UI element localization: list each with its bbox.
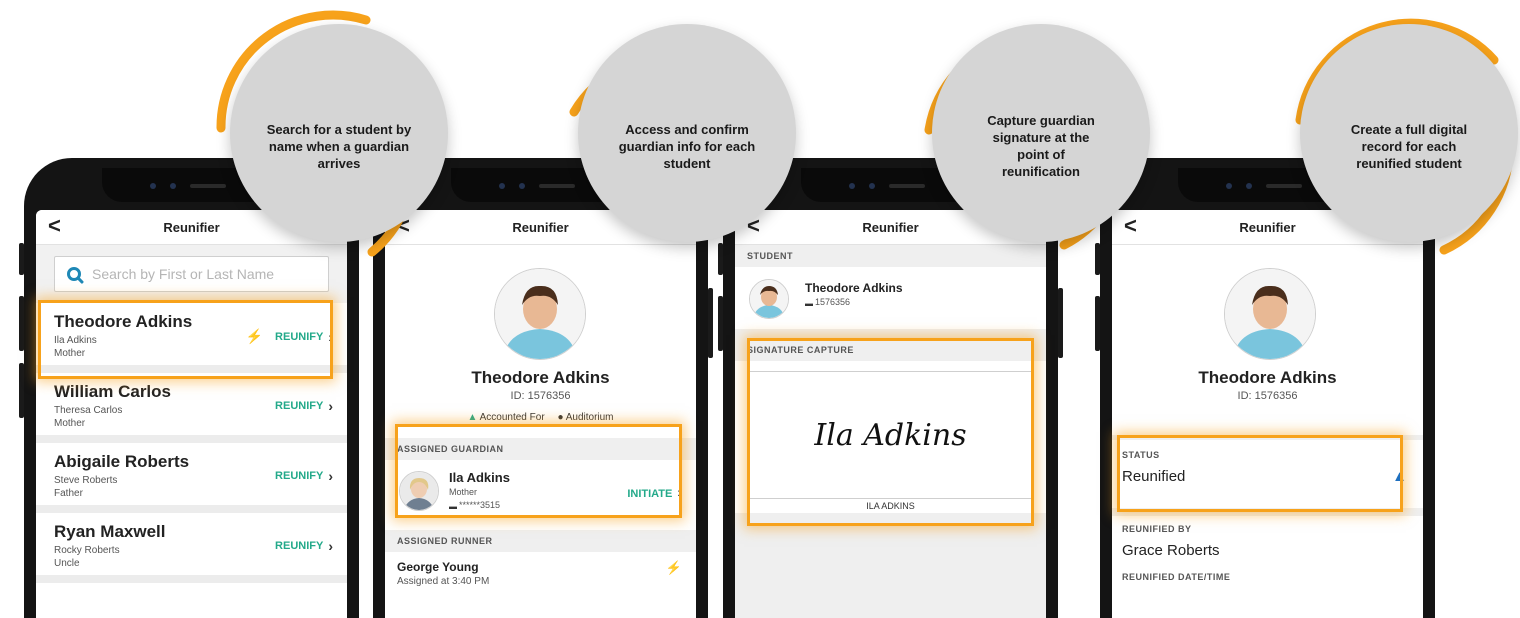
location-pin-icon: ● (557, 412, 564, 423)
phone-button (708, 288, 713, 358)
reunify-label: REUNIFY (275, 540, 324, 552)
signer-name: ILA ADKINS (866, 501, 915, 511)
student-name: Ryan Maxwell (54, 522, 166, 541)
student-name: Theodore Adkins (1198, 368, 1337, 387)
callout-search: Search for a student by name when a guar… (230, 24, 448, 242)
status-header: STATUS (1122, 450, 1160, 460)
reunified-by-value: Grace Roberts (1122, 542, 1220, 559)
reunify-button[interactable]: REUNIFY › (275, 538, 333, 554)
screen: < Reunifier STUDENT Theodore Adkins ▬ 15… (735, 210, 1046, 618)
reunify-button[interactable]: ⚡ REUNIFY › (246, 328, 333, 345)
phone-button (718, 243, 723, 275)
phone-button (1058, 288, 1063, 358)
screen: < Reunifier Theodore Adkins ID: 1576356 … (385, 210, 696, 618)
student-avatar (749, 279, 789, 319)
section-header: ASSIGNED RUNNER (385, 530, 696, 552)
search-box[interactable] (54, 256, 329, 292)
search-icon (67, 267, 81, 281)
guardian-name: Rocky Roberts (54, 545, 120, 556)
phone-button (19, 363, 24, 418)
reunified-icon: ▲ (1392, 468, 1407, 485)
student-name: William Carlos (54, 382, 171, 401)
signature-pad[interactable]: Ila Adkins (749, 371, 1032, 499)
guardian-name: Ila Adkins (54, 335, 97, 346)
student-id: ID: 1576356 (510, 390, 571, 402)
list-item[interactable]: Abigaile Roberts Steve Roberts Father RE… (36, 443, 347, 513)
phone-button (718, 296, 723, 351)
reunified-by-header: REUNIFIED BY (1122, 524, 1192, 534)
guardian-name: Steve Roberts (54, 475, 118, 486)
guardian-card: ******3515 (459, 500, 501, 510)
callout-guardian: Access and confirm guardian info for eac… (578, 24, 796, 242)
list-item[interactable]: Ryan Maxwell Rocky Roberts Uncle REUNIFY… (36, 513, 347, 583)
id-card-icon: ▬ (449, 502, 457, 511)
chevron-right-icon: › (328, 538, 333, 554)
search-input[interactable] (90, 265, 314, 283)
runner-name: George Young (397, 560, 479, 574)
relation: Uncle (54, 558, 80, 569)
runner-time: Assigned at 3:40 PM (397, 576, 490, 587)
status-value: Reunified (1122, 468, 1186, 485)
reunify-label: REUNIFY (275, 400, 324, 412)
guardian-name: Ila Adkins (449, 470, 510, 485)
student-id: 1576356 (815, 297, 851, 307)
screen: < Reunifier Theodore Adkins Ila Adkins M… (36, 210, 347, 618)
chevron-right-icon: › (328, 398, 333, 414)
callout-text: Access and confirm guardian info for eac… (618, 121, 756, 171)
student-name: Theodore Adkins (805, 281, 903, 295)
chevron-right-icon: › (328, 468, 333, 484)
student-name: Theodore Adkins (471, 368, 610, 387)
section-header: SIGNATURE CAPTURE (735, 339, 1046, 361)
phone-button (19, 243, 24, 275)
search-bar (36, 245, 347, 303)
list-item[interactable]: Theodore Adkins Ila Adkins Mother ⚡ REUNI… (36, 303, 347, 373)
chevron-right-icon: › (677, 484, 682, 500)
accounted-icon: ▲ (467, 412, 478, 423)
student-row: Theodore Adkins ▬ 1576356 (735, 267, 1046, 329)
runner-icon: ⚡ (245, 328, 264, 344)
list-item[interactable]: William Carlos Theresa Carlos Mother REU… (36, 373, 347, 443)
callout-record: Create a full digital record for each re… (1300, 24, 1518, 242)
phone-button (19, 296, 24, 351)
relation: Father (54, 488, 83, 499)
reunify-label: REUNIFY (275, 470, 324, 482)
runner-row[interactable]: George Young Assigned at 3:40 PM ⚡ (385, 552, 696, 602)
guardian-row[interactable]: Ila Adkins Mother ▬ ******3515 INITIATE › (385, 460, 696, 522)
callout-text: Search for a student by name when a guar… (266, 121, 412, 171)
student-avatar (494, 268, 586, 360)
relation: Mother (54, 418, 86, 429)
callout-signature: Capture guardian signature at the point … (932, 24, 1150, 242)
guardian-name: Theresa Carlos (54, 405, 123, 416)
status-row: ▲ Accounted For ● Auditorium (385, 412, 696, 423)
guardian-relation: Mother (449, 487, 478, 497)
guardian-avatar (399, 471, 439, 511)
student-avatar (1224, 268, 1316, 360)
section-header: STUDENT (735, 245, 1046, 267)
status-card: STATUS Reunified ▲ (1112, 440, 1423, 508)
phone-button (1095, 296, 1100, 351)
student-name: Theodore Adkins (54, 312, 193, 331)
location-text: Auditorium (565, 412, 614, 423)
runner-icon: ⚡ (665, 560, 682, 575)
reunified-time-header: REUNIFIED DATE/TIME (1122, 572, 1231, 582)
signature-panel: Ila Adkins ILA ADKINS (735, 361, 1046, 513)
initiate-label: INITIATE (627, 488, 673, 500)
screen: < Reunifier Theodore Adkins ID: 1576356 … (1112, 210, 1423, 618)
record-card: REUNIFIED BY Grace Roberts REUNIFIED DAT… (1112, 516, 1423, 618)
student-id: ID: 1576356 (1237, 390, 1298, 402)
student-name: Abigaile Roberts (54, 452, 190, 471)
initiate-button[interactable]: INITIATE › (627, 484, 682, 500)
callout-text: Create a full digital record for each re… (1350, 121, 1468, 171)
reunify-button[interactable]: REUNIFY › (275, 398, 333, 414)
status-text: Accounted For (479, 412, 545, 423)
phone-button (1095, 243, 1100, 275)
section-header: ASSIGNED GUARDIAN (385, 438, 696, 460)
chevron-right-icon: › (328, 328, 333, 345)
signature: Ila Adkins (814, 418, 967, 453)
reunify-label: REUNIFY (275, 330, 324, 343)
relation: Mother (54, 348, 86, 359)
callout-text: Capture guardian signature at the point … (987, 113, 1095, 179)
id-card-icon: ▬ (805, 299, 813, 308)
reunify-button[interactable]: REUNIFY › (275, 468, 333, 484)
